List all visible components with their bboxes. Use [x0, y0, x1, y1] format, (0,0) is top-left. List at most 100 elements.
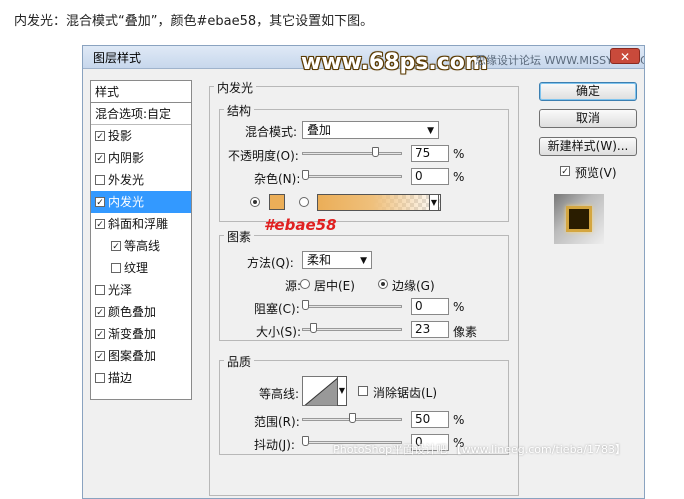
unchecked-checkbox[interactable] [95, 175, 105, 185]
style-list-header[interactable]: 样式 [91, 81, 191, 103]
elements-label: 图素 [224, 228, 255, 245]
gradient-dropdown-icon[interactable]: ▼ [429, 194, 439, 211]
contour-dropdown-icon[interactable]: ▼ [337, 376, 347, 406]
technique-select[interactable]: 柔和 ▼ [302, 251, 372, 269]
choke-slider-thumb[interactable] [302, 300, 309, 310]
style-list-item[interactable]: 纹理 [91, 257, 191, 279]
style-list-item-label: 纹理 [124, 261, 149, 275]
style-list-item-label: 内发光 [108, 195, 145, 209]
style-list-item[interactable]: 描边 [91, 367, 191, 389]
choke-label: 阻塞(C): [254, 302, 300, 316]
contour-label: 等高线: [259, 387, 300, 401]
noise-slider-thumb[interactable] [302, 170, 309, 180]
antialias-checkbox[interactable] [358, 386, 368, 396]
close-button[interactable]: ✕ [610, 48, 640, 64]
style-list-item[interactable]: ✓ 内阴影 [91, 147, 191, 169]
opacity-input[interactable]: 75 [411, 145, 449, 162]
range-unit: % [453, 413, 465, 427]
checked-checkbox[interactable]: ✓ [95, 131, 105, 142]
style-list-item-label: 投影 [108, 129, 133, 143]
style-list-item-label: 斜面和浮雕 [108, 217, 169, 231]
style-list-item[interactable]: ✓ 斜面和浮雕 [91, 213, 191, 235]
style-list-item[interactable]: ✓ 投影 [91, 125, 191, 147]
source-label: 源: [285, 279, 302, 293]
style-list-item[interactable]: 光泽 [91, 279, 191, 301]
caption-text: 内发光：混合模式“叠加”，颜色#ebae58，其它设置如下图。 [14, 14, 374, 29]
unchecked-checkbox[interactable] [111, 263, 121, 273]
technique-label: 方法(Q): [247, 256, 294, 270]
color-annotation: #ebae58 [264, 216, 337, 234]
unchecked-checkbox[interactable] [95, 373, 105, 383]
style-list-item[interactable]: ✓ 内发光 [91, 191, 191, 213]
style-list-item-label: 外发光 [108, 173, 145, 187]
choke-input[interactable]: 0 [411, 298, 449, 315]
structure-label: 结构 [224, 102, 255, 119]
chevron-down-icon: ▼ [427, 126, 434, 136]
source-edge-radio[interactable] [378, 279, 388, 289]
contour-picker[interactable] [302, 376, 338, 406]
style-list: 样式 混合选项:自定 ✓ 投影 ✓ 内阴影 外发光 ✓ 内发光 ✓ 斜面和浮雕 ✓ 等高线 纹理 光泽 ✓… [90, 80, 192, 400]
style-list-item-label: 光泽 [108, 283, 133, 297]
style-list-item-label: 描边 [108, 371, 133, 385]
size-slider-thumb[interactable] [310, 323, 318, 333]
blend-mode-select[interactable]: 叠加 ▼ [302, 121, 439, 139]
panel-title: 内发光 [214, 79, 257, 96]
style-list-item-label: 等高线 [124, 239, 161, 253]
unchecked-checkbox[interactable] [95, 285, 105, 295]
style-list-item[interactable]: ✓ 渐变叠加 [91, 323, 191, 345]
range-slider-thumb[interactable] [348, 413, 356, 423]
checked-checkbox[interactable]: ✓ [95, 219, 105, 230]
style-list-item-label: 内阴影 [108, 151, 145, 165]
blend-options-item[interactable]: 混合选项:自定 [91, 103, 191, 125]
checked-checkbox[interactable]: ✓ [95, 197, 105, 208]
size-label: 大小(S): [256, 325, 302, 339]
style-list-item[interactable]: 外发光 [91, 169, 191, 191]
noise-slider-track[interactable] [302, 175, 402, 178]
style-list-item[interactable]: ✓ 图案叠加 [91, 345, 191, 367]
watermark-68ps: www.68ps.com [301, 50, 488, 75]
style-preview-thumbnail [554, 194, 604, 244]
checked-checkbox[interactable]: ✓ [95, 153, 105, 164]
style-list-item[interactable]: ✓ 颜色叠加 [91, 301, 191, 323]
preview-checkbox[interactable]: ✓ [560, 166, 570, 177]
blend-mode-label: 混合模式: [245, 125, 298, 139]
size-unit: 像素 [453, 325, 478, 339]
ok-button[interactable]: 确定 [539, 82, 637, 101]
opacity-unit: % [453, 147, 465, 161]
style-list-item-label: 颜色叠加 [108, 305, 157, 319]
source-center-radio[interactable] [300, 279, 310, 289]
solid-color-radio[interactable] [250, 197, 260, 207]
style-list-item[interactable]: ✓ 等高线 [91, 235, 191, 257]
antialias-label: 消除锯齿(L) [373, 386, 438, 400]
checked-checkbox[interactable]: ✓ [95, 307, 105, 318]
glow-gradient-picker[interactable] [317, 194, 441, 211]
range-label: 范围(R): [254, 415, 300, 429]
checked-checkbox[interactable]: ✓ [95, 351, 105, 362]
dialog-title: 图层样式 [93, 51, 142, 65]
gradient-radio[interactable] [299, 197, 309, 207]
style-list-item-label: 图案叠加 [108, 349, 157, 363]
new-style-button[interactable]: 新建样式(W)... [539, 137, 637, 156]
cancel-button[interactable]: 取消 [539, 109, 637, 128]
opacity-slider-thumb[interactable] [371, 147, 379, 157]
style-list-item-label: 渐变叠加 [108, 327, 157, 341]
choke-unit: % [453, 300, 465, 314]
noise-label: 杂色(N): [254, 172, 301, 186]
range-input[interactable]: 50 [411, 411, 449, 428]
technique-value: 柔和 [307, 253, 332, 267]
opacity-slider-track[interactable] [302, 152, 402, 155]
chevron-down-icon: ▼ [360, 256, 367, 266]
quality-label: 品质 [224, 353, 255, 370]
glow-color-swatch[interactable] [269, 194, 285, 210]
checked-checkbox[interactable]: ✓ [111, 241, 121, 252]
footer-watermark: PhotoShop平面设计吧 【www.lineeg.com/tieba/178… [333, 443, 626, 456]
title-bar[interactable]: 图层样式 www.68ps.com 思缘设计论坛 WWW.MISSYUAN.CO… [83, 46, 644, 75]
opacity-label: 不透明度(O): [228, 149, 299, 163]
checked-checkbox[interactable]: ✓ [95, 329, 105, 340]
source-center-label: 居中(E) [314, 279, 355, 293]
size-input[interactable]: 23 [411, 321, 449, 338]
choke-slider-track[interactable] [302, 305, 402, 308]
noise-input[interactable]: 0 [411, 168, 449, 185]
contour-linear-icon [304, 378, 337, 405]
noise-unit: % [453, 170, 465, 184]
